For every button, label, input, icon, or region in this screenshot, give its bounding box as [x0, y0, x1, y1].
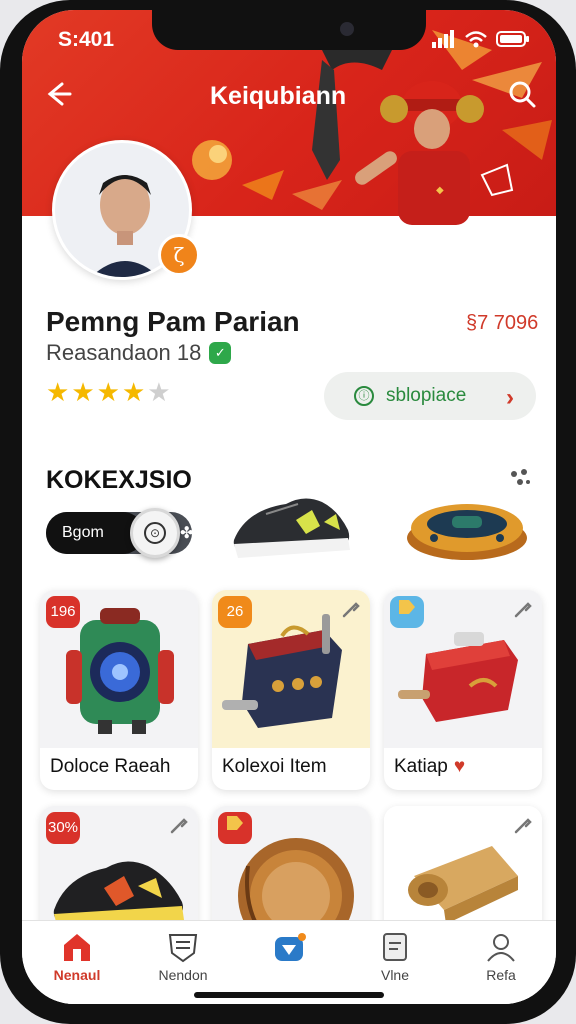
card-caption: Katiap ♥ — [394, 756, 465, 778]
ship-button[interactable]: ⓘ sblopiace › — [324, 372, 536, 420]
ship-circle-icon: ⓘ — [354, 386, 374, 406]
svg-text:◆: ◆ — [436, 185, 444, 196]
wrench-icon[interactable] — [342, 600, 360, 618]
wrench-icon[interactable] — [514, 816, 532, 834]
shuffle-icon: ✤ — [180, 525, 194, 542]
more-options-icon[interactable] — [508, 466, 532, 490]
section-title: KOKEXJSIO — [46, 466, 192, 494]
page-title: Keiqubiann — [210, 82, 347, 110]
store-icon — [275, 933, 306, 961]
featured-device-image[interactable] — [404, 488, 530, 564]
profile-icon — [487, 934, 515, 962]
star-icon: ★ — [71, 377, 95, 407]
nav-label: Vlne — [380, 967, 410, 983]
collection-card[interactable]: Katiap ♥ — [384, 590, 542, 790]
tag-icon — [227, 816, 243, 830]
signal-icon — [432, 30, 454, 48]
app-screen: S:401 Keiqubiann ◆ ζ Pemng Pam Parian §7… — [22, 10, 556, 1004]
star-icon: ★ — [121, 377, 146, 407]
star-empty-icon: ★ — [147, 377, 171, 407]
category-badge — [390, 596, 424, 628]
nav-item-list[interactable]: Nendon — [138, 931, 228, 995]
heart-icon[interactable]: ♥ — [454, 756, 465, 777]
discount-badge: 196 — [46, 596, 80, 628]
star-icon: ★ — [96, 377, 120, 407]
back-arrow-icon[interactable] — [42, 78, 74, 110]
wrench-icon[interactable] — [170, 816, 188, 834]
home-indicator[interactable] — [194, 992, 384, 998]
wrench-icon[interactable] — [514, 600, 532, 618]
featured-sneaker-image[interactable] — [226, 480, 356, 566]
tag-icon — [399, 600, 415, 614]
nav-label: Nendon — [158, 967, 208, 983]
home-icon — [64, 934, 90, 961]
list-icon — [168, 934, 198, 963]
discount-badge: 26 — [218, 596, 252, 628]
document-icon — [383, 933, 407, 961]
phone-frame: S:401 Keiqubiann ◆ ζ Pemng Pam Parian §7… — [0, 0, 576, 1024]
collection-card[interactable]: 196 Doloce Raeah — [40, 590, 198, 790]
card-caption: Kolexoi Item — [222, 756, 327, 777]
profile-subtitle-text: Reasandaon 18 — [46, 340, 202, 365]
top-bar: Keiqubiann — [22, 74, 556, 114]
rating-stars: ★ ★ ★ ★ ★ — [46, 378, 171, 406]
collection-card[interactable]: 26 Kolexoi Item — [212, 590, 370, 790]
wifi-icon — [465, 31, 487, 48]
status-time: S:401 — [58, 28, 115, 51]
search-icon[interactable] — [506, 78, 538, 110]
battery-icon — [496, 31, 529, 47]
star-icon: ★ — [46, 377, 70, 407]
nav-item-home[interactable]: Nenaul — [32, 931, 122, 995]
profile-subtitle: Reasandaon 18 ✓ — [46, 340, 232, 366]
ship-button-label: sblopiace — [386, 385, 467, 406]
status-icons — [432, 30, 530, 48]
discount-badge: 30% — [46, 812, 80, 844]
timer-icon: ⊙ — [144, 522, 166, 544]
profile-price: §7 7096 — [466, 312, 539, 334]
avatar-badge: ζ — [158, 234, 200, 276]
nav-label: Refa — [486, 967, 516, 983]
nav-item-docs[interactable]: Vlne — [350, 931, 440, 995]
nav-label: Nenaul — [53, 967, 101, 983]
card-caption-text: Katiap — [394, 756, 448, 777]
filter-toggle[interactable]: Bgom ⊙ ✤ — [46, 508, 194, 558]
status-bar: S:401 — [22, 26, 556, 56]
nav-item-store[interactable] — [244, 931, 334, 995]
profile-name: Pemng Pam Parian — [46, 306, 300, 337]
nav-item-profile[interactable]: Refa — [456, 931, 546, 995]
verified-icon: ✓ — [209, 342, 232, 364]
card-caption: Doloce Raeah — [50, 756, 171, 777]
category-badge — [218, 812, 252, 844]
toggle-knob[interactable]: ⊙ — [130, 508, 180, 558]
chevron-right-icon: › — [506, 384, 514, 411]
